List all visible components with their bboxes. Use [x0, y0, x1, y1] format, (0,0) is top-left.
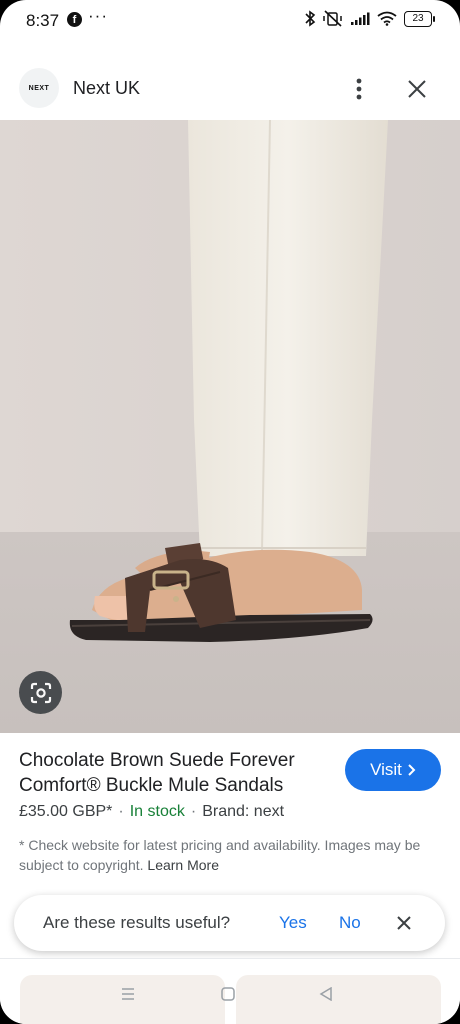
feedback-card: Are these results useful? Yes No — [14, 895, 445, 951]
separator: · — [190, 803, 197, 820]
product-photo — [0, 120, 460, 733]
learn-more-link[interactable]: Learn More — [147, 857, 219, 873]
recents-button[interactable] — [116, 982, 140, 1006]
visit-button[interactable]: Visit — [345, 749, 441, 791]
system-nav-bar — [0, 978, 460, 1012]
signal-icon — [351, 12, 370, 25]
site-logo[interactable]: NEXT — [19, 68, 59, 108]
status-time: 8:37 — [26, 11, 60, 30]
muted-vibrate-icon — [323, 10, 342, 27]
disclaimer: * Check website for latest pricing and a… — [19, 835, 439, 875]
screen: 8:37 f ··· 23 NEXT Next UK Chocolate Bro… — [0, 0, 460, 1024]
lens-icon — [30, 682, 51, 703]
more-options-button[interactable] — [348, 72, 370, 106]
battery-icon: 23 — [404, 10, 435, 27]
stock-status: In stock — [129, 803, 185, 820]
disclaimer-text: * Check website for latest pricing and a… — [19, 837, 421, 873]
home-button[interactable] — [216, 982, 240, 1006]
home-icon — [221, 987, 235, 1001]
close-button[interactable] — [403, 75, 431, 103]
result-header: NEXT Next UK — [0, 62, 460, 116]
product-image[interactable] — [0, 120, 460, 733]
close-icon — [408, 80, 426, 98]
close-icon — [397, 916, 411, 930]
recents-icon — [122, 988, 134, 1000]
more-vert-icon — [356, 78, 362, 100]
chevron-right-icon — [408, 764, 416, 776]
google-lens-button[interactable] — [19, 671, 62, 714]
site-name[interactable]: Next UK — [73, 78, 140, 99]
visit-button-label: Visit — [370, 760, 402, 779]
feedback-no-button[interactable]: No — [339, 913, 361, 933]
product-meta: £35.00 GBP* · In stock · Brand: next — [19, 803, 284, 821]
feedback-yes-button[interactable]: Yes — [279, 913, 307, 933]
back-icon — [319, 987, 332, 1001]
product-title[interactable]: Chocolate Brown Suede Forever Comfort® B… — [19, 748, 319, 798]
back-button[interactable] — [314, 982, 338, 1006]
system-icons: 23 — [304, 10, 435, 27]
separator: · — [118, 803, 124, 820]
bluetooth-icon — [305, 10, 316, 27]
product-brand: Brand: next — [202, 803, 285, 820]
product-price: £35.00 GBP* — [19, 803, 113, 820]
wifi-icon — [377, 11, 397, 26]
more-notifications-icon: ··· — [88, 6, 108, 25]
status-bar: 8:37 f ··· 23 — [0, 0, 460, 42]
facebook-icon: f — [67, 12, 82, 27]
feedback-close-button[interactable] — [394, 913, 414, 933]
feedback-question: Are these results useful? — [43, 913, 231, 932]
